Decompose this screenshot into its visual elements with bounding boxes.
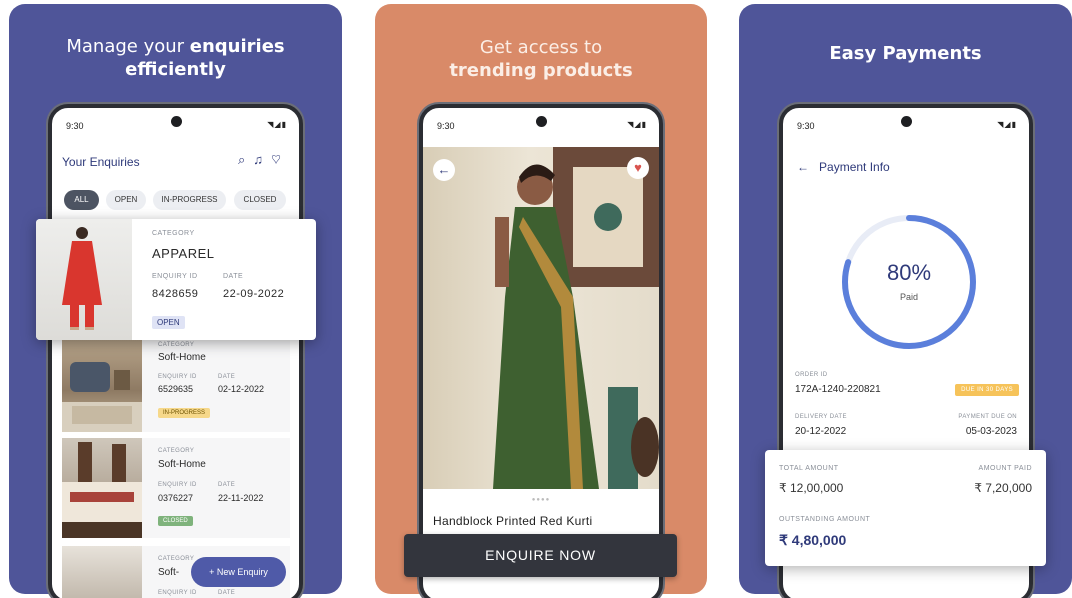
date-label: DATE — [218, 482, 236, 488]
filter-chip-closed[interactable]: CLOSED — [234, 190, 286, 210]
order-id-label: ORDER ID — [795, 372, 828, 378]
app-bar: Your Enquiries ⌕♫♡ — [62, 152, 289, 172]
date-label: DATE — [218, 590, 236, 596]
phone-enquiries: 9:30 ◥◢▮ Your Enquiries ⌕♫♡ ALL OPEN IN-… — [48, 104, 303, 598]
amount-paid-label: AMOUNT PAID — [978, 465, 1032, 472]
product-image: ← ♥ — [423, 147, 659, 489]
status-time: 9:30 — [437, 121, 455, 131]
status-badge: OPEN — [152, 316, 185, 329]
filter-chip-open[interactable]: OPEN — [106, 190, 146, 210]
delivery-date-label: DELIVERY DATE — [795, 414, 847, 420]
status-bar: 9:30 ◥◢▮ — [783, 108, 1029, 138]
category-value: APPAREL — [152, 246, 215, 261]
signal-icon: ◥◢▮ — [267, 120, 287, 129]
category-value: Soft-Home — [158, 459, 206, 470]
outstanding-value: ₹ 4,80,000 — [779, 532, 847, 548]
signal-icon: ◥◢▮ — [997, 120, 1017, 129]
camera-icon — [901, 116, 912, 127]
favorite-button[interactable]: ♥ — [627, 157, 649, 179]
product-title: Handblock Printed Red Kurti — [433, 514, 593, 528]
camera-icon — [170, 116, 182, 127]
category-value: Soft- — [158, 567, 180, 578]
list-item[interactable]: CATEGORY Soft-Home ENQUIRY ID 6529635 DA… — [62, 340, 290, 432]
date-value: 22-11-2022 — [218, 493, 264, 503]
item-thumbnail — [62, 340, 142, 432]
panel-headline: Get access to trending products — [449, 37, 633, 81]
highlighted-enquiry-card[interactable]: CATEGORY APPAREL ENQUIRY ID 8428659 DATE… — [36, 219, 316, 340]
status-bar: 9:30 ◥◢▮ — [423, 108, 659, 138]
amount-paid-value: ₹ 7,20,000 — [974, 481, 1032, 495]
signal-icon: ◥◢▮ — [627, 120, 647, 129]
heart-icon[interactable]: ♡ — [271, 152, 289, 167]
bell-icon[interactable]: ♫ — [253, 152, 271, 167]
category-value: Soft-Home — [158, 352, 206, 363]
date-label: DATE — [218, 374, 236, 380]
payment-progress-ring: 80% Paid — [839, 212, 979, 352]
enquiry-id-value: 0376227 — [158, 493, 194, 503]
camera-icon — [536, 116, 547, 127]
page-title: Payment Info — [819, 160, 890, 174]
date-value: 22-09-2022 — [223, 288, 285, 300]
item-thumbnail — [36, 219, 132, 340]
order-id-value: 172A-1240-220821 — [795, 384, 881, 395]
progress-percent: 80% — [886, 260, 932, 285]
date-value: 02-12-2022 — [218, 384, 265, 394]
delivery-date-value: 20-12-2022 — [795, 426, 847, 437]
filter-chip-in-progress[interactable]: IN-PROGRESS — [153, 190, 226, 210]
progress-caption: Paid — [899, 292, 918, 302]
page-header: ← Payment Info — [797, 160, 890, 174]
enquiry-id-label: ENQUIRY ID — [152, 273, 198, 280]
status-time: 9:30 — [797, 121, 815, 131]
list-item[interactable]: CATEGORY Soft-Home ENQUIRY ID 0376227 DA… — [62, 438, 290, 538]
payment-due-value: 05-03-2023 — [965, 426, 1017, 437]
enquire-now-button[interactable]: ENQUIRE NOW — [404, 534, 677, 577]
saree-model-image — [493, 147, 659, 489]
payment-due-label: PAYMENT DUE ON — [958, 414, 1017, 420]
total-amount-value: ₹ 12,00,000 — [779, 481, 844, 495]
panel-headline: Easy Payments — [829, 43, 982, 64]
status-bar: 9:30 ◥◢▮ — [52, 108, 299, 138]
filter-chip-all[interactable]: ALL — [64, 190, 99, 210]
category-label: CATEGORY — [152, 230, 195, 237]
new-enquiry-button[interactable]: + New Enquiry — [191, 557, 286, 587]
panel-headline: Manage your enquiries efficiently — [66, 36, 285, 80]
status-badge: CLOSED — [158, 516, 193, 526]
filter-chips: ALL OPEN IN-PROGRESS CLOSED — [64, 190, 293, 212]
outstanding-label: OUTSTANDING AMOUNT — [779, 516, 871, 523]
item-thumbnail — [62, 438, 142, 538]
toolbar-icons: ⌕♫♡ — [238, 152, 289, 168]
item-thumbnail — [62, 546, 142, 598]
kurti-image — [62, 227, 102, 330]
category-label: CATEGORY — [158, 342, 195, 348]
phone-product: 9:30 ◥◢▮ ← ♥ ●●●● Handblock Printed Red … — [419, 104, 663, 598]
search-icon[interactable]: ⌕ — [238, 152, 253, 167]
total-amount-label: TOTAL AMOUNT — [779, 465, 839, 472]
category-label: CATEGORY — [158, 448, 195, 454]
enquiry-id-label: ENQUIRY ID — [158, 482, 197, 488]
enquiry-id-value: 6529635 — [158, 384, 194, 394]
due-badge: DUE IN 30 DAYS — [955, 384, 1019, 396]
table-image — [62, 442, 142, 538]
status-badge: IN-PROGRESS — [158, 408, 211, 418]
status-time: 9:30 — [66, 121, 84, 131]
back-button[interactable]: ← — [433, 159, 455, 181]
enquiry-id-value: 8428659 — [152, 288, 199, 300]
payment-summary-card: TOTAL AMOUNT ₹ 12,00,000 AMOUNT PAID ₹ 7… — [765, 450, 1046, 566]
back-arrow-icon[interactable]: ← — [797, 160, 809, 174]
category-label: CATEGORY — [158, 556, 195, 562]
enquiry-id-label: ENQUIRY ID — [158, 374, 197, 380]
carousel-dots: ●●●● — [531, 497, 551, 503]
date-label: DATE — [223, 273, 244, 280]
sofa-image — [62, 362, 142, 432]
page-title: Your Enquiries — [62, 155, 140, 169]
enquiry-id-label: ENQUIRY ID — [158, 590, 197, 596]
